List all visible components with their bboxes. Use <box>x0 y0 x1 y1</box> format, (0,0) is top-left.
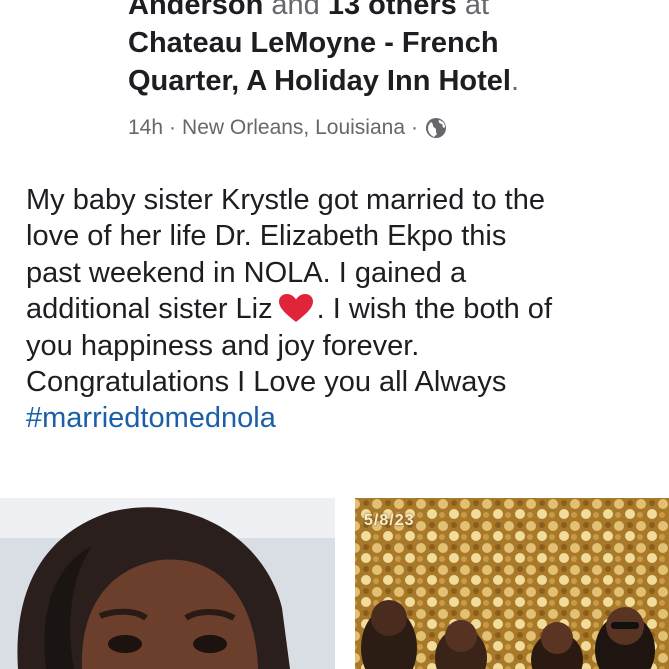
post-place[interactable]: New Orleans, Louisiana <box>182 116 405 140</box>
location-line-2: Quarter, A Holiday Inn Hotel. <box>128 62 659 100</box>
post-body: My baby sister Krystle got married to th… <box>26 182 658 437</box>
meta-separator: · <box>169 116 177 139</box>
and-text: and <box>263 0 328 21</box>
body-line: you happiness and joy forever. <box>26 329 420 362</box>
location-period: . <box>510 65 520 97</box>
location-link[interactable]: Quarter, A Holiday Inn Hotel <box>128 65 511 97</box>
heart-emoji-icon <box>278 294 313 323</box>
tag-line: Anderson and 13 others at <box>128 0 659 24</box>
meta-separator-2: · <box>411 116 418 139</box>
body-line-with-emoji: additional sister Liz . I wish the both … <box>26 291 658 327</box>
post-header: Anderson and 13 others at Chateau LeMoyn… <box>128 0 659 100</box>
body-line: My baby sister Krystle got married to th… <box>26 184 545 216</box>
body-line: love of her life Dr. Elizabeth Ekpo this <box>26 220 507 253</box>
globe-icon[interactable] <box>424 116 448 140</box>
location-line-1[interactable]: Chateau LeMoyne - French <box>128 24 659 62</box>
body-line: past weekend in NOLA. I gained a <box>26 256 467 289</box>
portrait-photo-image <box>0 498 335 669</box>
hashtag-link[interactable]: #marriedtomednola <box>26 400 658 436</box>
photo-date-stamp: 5/8/23 <box>364 512 415 529</box>
post-photo-portrait[interactable] <box>0 498 335 669</box>
post-time[interactable]: 14h <box>128 116 163 140</box>
body-line: . I wish the both of <box>316 293 552 326</box>
body-line: Congratulations I Love you all Always <box>26 366 507 399</box>
at-text: at <box>456 0 490 21</box>
tagged-person-link[interactable]: Anderson <box>128 0 263 21</box>
post-meta: 14h · New Orleans, Louisiana · <box>128 116 448 140</box>
others-link[interactable]: 13 others <box>328 0 457 21</box>
body-line: additional sister Liz <box>26 293 273 326</box>
